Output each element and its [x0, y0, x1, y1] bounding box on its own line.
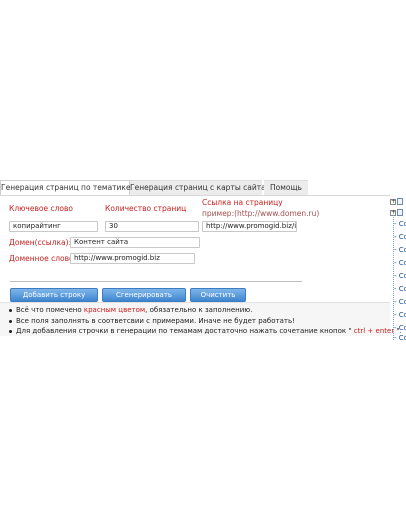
- note-examples: Все поля заполнять в соответсвии с приме…: [9, 317, 295, 325]
- tab-divider: [0, 195, 390, 196]
- note-shortcut: Для добавления строчки в генерации по те…: [9, 327, 402, 335]
- tree-item[interactable]: - Co: [394, 298, 406, 306]
- tree-item[interactable]: - Co: [394, 233, 406, 241]
- tree-item[interactable]: - Co: [394, 272, 406, 280]
- note-required: Всё что помечено красным цветом, обязате…: [9, 306, 252, 314]
- domain-link-input[interactable]: Контент сайта: [70, 237, 200, 248]
- domain-word-label: Доменное слово:: [9, 254, 77, 263]
- tree-item[interactable]: - Co: [394, 324, 406, 332]
- page-count-label: Количество страниц: [105, 204, 187, 213]
- tree-item[interactable]: - Co: [394, 311, 406, 319]
- tree-expand-icon[interactable]: +: [390, 199, 396, 205]
- generate-button[interactable]: Сгенерировать: [102, 288, 186, 302]
- domain-word-input[interactable]: http://www.promogid.biz: [70, 253, 195, 264]
- keyword-label: Ключевое слово: [9, 204, 73, 213]
- keyword-input[interactable]: копирайтинг: [9, 221, 98, 232]
- link-hint: пример:(http://www.domen.ru): [202, 209, 320, 218]
- add-row-button[interactable]: Добавить строку: [10, 288, 98, 302]
- link-label: Ссылка на страницу: [202, 198, 283, 207]
- tab-help[interactable]: Помощь: [264, 180, 308, 195]
- bullet-icon: [9, 329, 12, 333]
- tree-item[interactable]: - Co: [394, 334, 406, 342]
- form-separator: [10, 281, 302, 282]
- page-count-input[interactable]: 30: [105, 221, 199, 232]
- tree-item[interactable]: - Co: [394, 285, 406, 293]
- clear-button[interactable]: Очистить: [190, 288, 246, 302]
- tree-item[interactable]: - Co: [394, 220, 406, 228]
- bullet-icon: [9, 308, 12, 312]
- domain-link-label: Домен(ссылка):: [9, 238, 72, 247]
- tree-item[interactable]: - Co: [394, 259, 406, 267]
- tab-sitemap-generation[interactable]: Генерация страниц с карты сайта: [130, 180, 266, 195]
- document-icon: [397, 209, 403, 216]
- tab-topic-generation[interactable]: Генерация страниц по тематике: [0, 180, 131, 195]
- document-icon: [397, 198, 403, 205]
- tree-item[interactable]: - Co: [394, 246, 406, 254]
- bullet-icon: [9, 319, 12, 323]
- link-input[interactable]: http://www.promogid.biz/ind: [202, 221, 297, 232]
